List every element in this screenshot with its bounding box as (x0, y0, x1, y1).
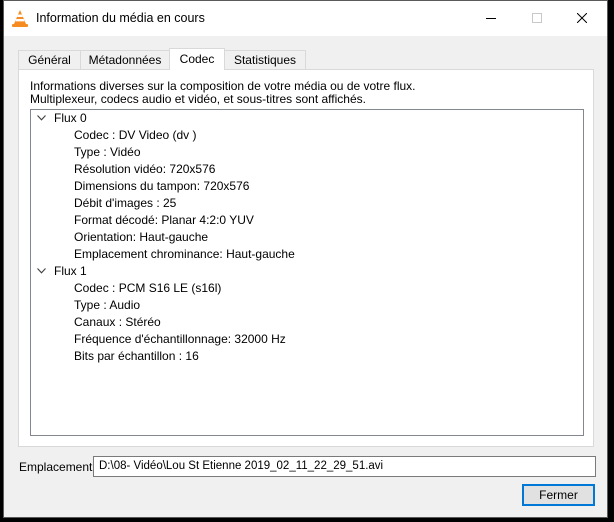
codec-description: Informations diverses sur la composition… (30, 80, 590, 106)
location-label: Emplacement : (19, 460, 100, 474)
tree-item[interactable]: Type : Vidéo (31, 144, 583, 161)
maximize-button[interactable] (514, 1, 560, 36)
tab-general[interactable]: Général (18, 50, 81, 69)
tree-item[interactable]: Bits par échantillon : 16 (31, 348, 583, 365)
minimize-icon (486, 18, 496, 19)
title-bar[interactable]: Information du média en cours (4, 1, 607, 36)
tree-item[interactable]: Canaux : Stéréo (31, 314, 583, 331)
tree-item[interactable]: Résolution vidéo: 720x576 (31, 161, 583, 178)
stream-1-name: Flux 1 (54, 264, 87, 278)
tree-item[interactable]: Orientation: Haut-gauche (31, 229, 583, 246)
stream-1-header[interactable]: Flux 1 (31, 263, 583, 280)
chevron-down-icon[interactable] (37, 268, 46, 274)
chevron-down-icon[interactable] (37, 115, 46, 121)
media-info-window: Information du média en cours Général Mé… (3, 0, 608, 518)
tree-item[interactable]: Emplacement chrominance: Haut-gauche (31, 246, 583, 263)
tab-metadata[interactable]: Métadonnées (80, 50, 170, 69)
stream-0-header[interactable]: Flux 0 (31, 110, 583, 127)
stream-0-name: Flux 0 (54, 111, 87, 125)
tree-item[interactable]: Débit d'images : 25 (31, 195, 583, 212)
description-line-2: Multiplexeur, codecs audio et vidéo, et … (30, 92, 366, 106)
stream-1: Flux 1 Codec : PCM S16 LE (s16l) Type : … (31, 263, 583, 365)
vlc-cone-icon (12, 10, 28, 28)
window-title: Information du média en cours (36, 11, 205, 25)
tree-item[interactable]: Dimensions du tampon: 720x576 (31, 178, 583, 195)
location-field[interactable]: D:\08- Vidéo\Lou St Etienne 2019_02_11_2… (93, 456, 596, 477)
stream-0: Flux 0 Codec : DV Video (dv ) Type : Vid… (31, 110, 583, 263)
minimize-button[interactable] (468, 1, 514, 36)
tab-statistics[interactable]: Statistiques (224, 50, 306, 69)
maximize-icon (532, 13, 542, 23)
tree-item[interactable]: Codec : PCM S16 LE (s16l) (31, 280, 583, 297)
tree-item[interactable]: Format décodé: Planar 4:2:0 YUV (31, 212, 583, 229)
codec-panel: Informations diverses sur la composition… (18, 69, 594, 447)
codec-tree[interactable]: Flux 0 Codec : DV Video (dv ) Type : Vid… (30, 109, 584, 436)
close-button[interactable]: Fermer (522, 484, 595, 506)
tree-item[interactable]: Type : Audio (31, 297, 583, 314)
tab-codec[interactable]: Codec (169, 48, 225, 70)
close-icon (577, 13, 587, 23)
close-window-button[interactable] (559, 1, 605, 36)
tree-item[interactable]: Codec : DV Video (dv ) (31, 127, 583, 144)
tree-item[interactable]: Fréquence d'échantillonnage: 32000 Hz (31, 331, 583, 348)
